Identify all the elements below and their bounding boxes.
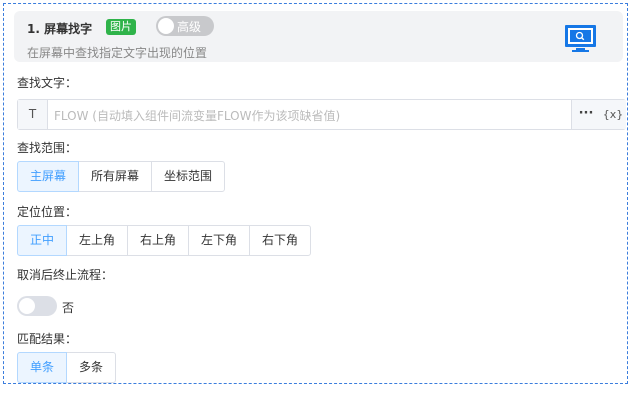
- range-option-coordinates[interactable]: 坐标范围: [151, 161, 225, 192]
- position-option-bottom-left[interactable]: 左下角: [188, 225, 250, 256]
- position-option-bottom-right[interactable]: 右下角: [249, 225, 311, 256]
- match-option-single[interactable]: 单条: [17, 352, 67, 383]
- find-text-input[interactable]: [52, 106, 566, 125]
- position-option-center[interactable]: 正中: [17, 225, 67, 256]
- stop-on-cancel-switch[interactable]: [17, 296, 57, 316]
- position-label: 定位位置：: [17, 205, 78, 219]
- advanced-toggle-label: 高级: [177, 20, 202, 34]
- position-selector: 正中 左上角 右上角 左下角 右下角: [17, 225, 311, 256]
- find-text-input-group: T ··· {x}: [17, 99, 626, 130]
- switch-knob: [19, 298, 35, 314]
- match-result-selector: 单条 多条: [17, 352, 116, 383]
- component-subtitle: 在屏幕中查找指定文字出现的位置: [27, 46, 208, 60]
- screen-search-icon: [565, 25, 596, 52]
- position-option-top-left[interactable]: 左上角: [66, 225, 128, 256]
- search-range-selector: 主屏幕 所有屏幕 坐标范围: [17, 161, 225, 192]
- range-option-main-screen[interactable]: 主屏幕: [17, 161, 79, 192]
- stop-on-cancel-value: 否: [62, 301, 75, 315]
- advanced-toggle[interactable]: 高级: [156, 16, 214, 36]
- match-result-label: 匹配结果：: [17, 332, 78, 346]
- image-badge: 图片: [106, 19, 136, 35]
- search-range-label: 查找范围：: [17, 141, 78, 155]
- component-header: 1. 屏幕找字 图片 高级 在屏幕中查找指定文字出现的位置: [14, 11, 623, 62]
- insert-variable-button[interactable]: {x}: [600, 100, 626, 129]
- match-option-multiple[interactable]: 多条: [66, 352, 116, 383]
- stop-on-cancel-label: 取消后终止流程：: [17, 268, 114, 282]
- more-options-button[interactable]: ···: [571, 100, 600, 129]
- text-type-prefix: T: [18, 100, 48, 129]
- position-option-top-right[interactable]: 右上角: [127, 225, 189, 256]
- component-panel: 1. 屏幕找字 图片 高级 在屏幕中查找指定文字出现的位置 查找文字： T ··…: [3, 3, 628, 384]
- find-text-label: 查找文字：: [17, 76, 78, 90]
- toggle-knob: [158, 18, 174, 34]
- component-title: 1. 屏幕找字: [27, 22, 93, 36]
- range-option-all-screens[interactable]: 所有屏幕: [78, 161, 152, 192]
